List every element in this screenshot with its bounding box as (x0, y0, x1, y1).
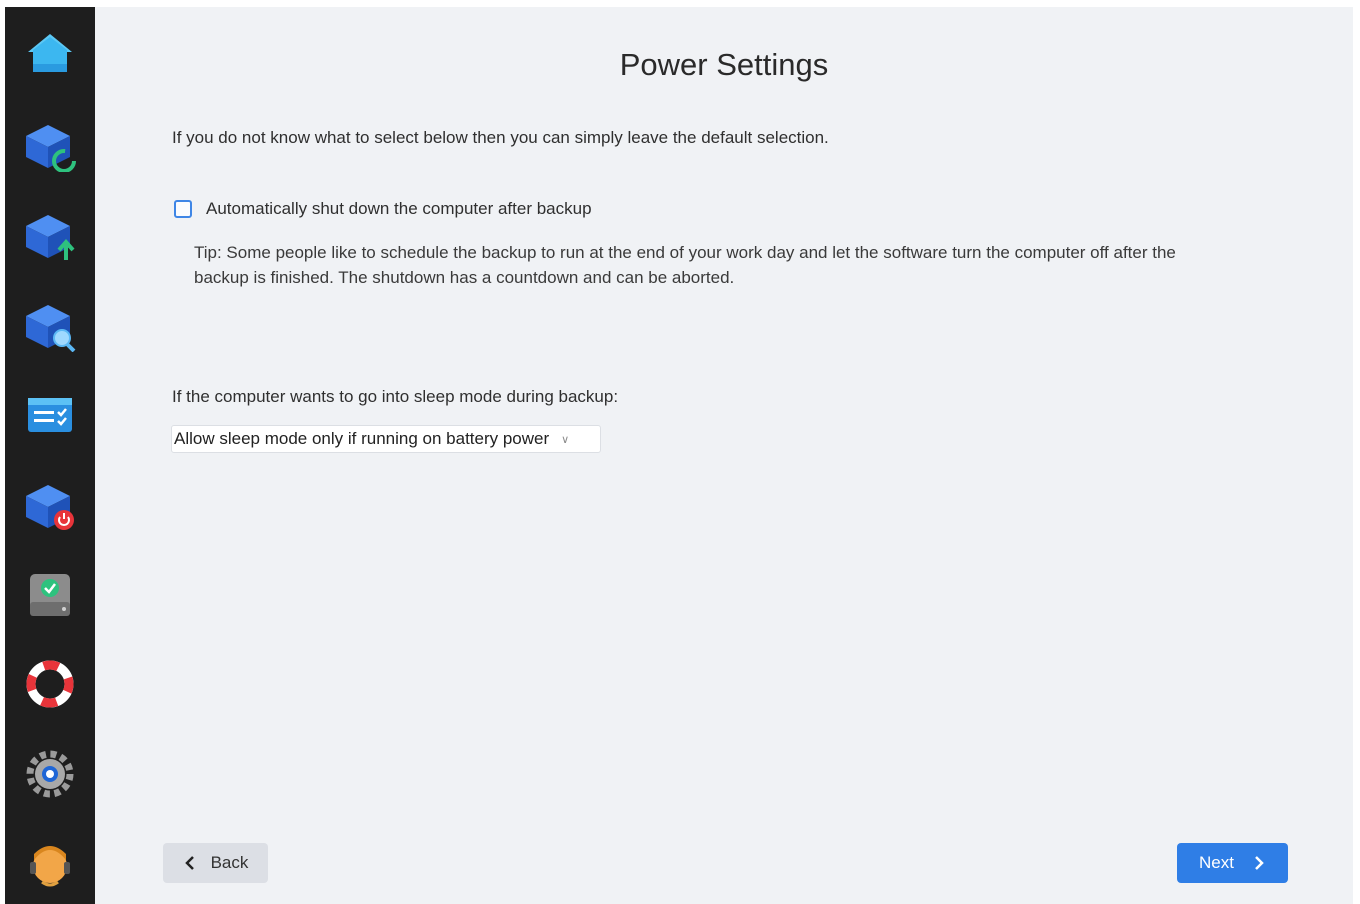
next-button[interactable]: Next (1177, 843, 1288, 883)
cube-upload-icon (26, 215, 75, 260)
sidebar-item-help[interactable] (5, 649, 95, 719)
cube-power-icon (26, 485, 74, 530)
disk-check-icon (30, 574, 70, 616)
shutdown-tip: Tip: Some people like to schedule the ba… (194, 240, 1254, 290)
shutdown-checkbox-label[interactable]: Automatically shut down the computer aft… (206, 199, 592, 219)
back-button[interactable]: Back (163, 843, 268, 883)
chevron-down-icon: ∨ (561, 433, 570, 446)
lifebuoy-icon (26, 660, 74, 708)
shutdown-tip-line2: backup is finished. The shutdown has a c… (194, 268, 735, 287)
sidebar-item-support-agent[interactable] (5, 829, 95, 899)
chevron-right-icon (1255, 856, 1264, 870)
sidebar (5, 7, 95, 904)
next-button-label: Next (1199, 853, 1234, 872)
shutdown-tip-line1: Tip: Some people like to schedule the ba… (194, 243, 1176, 262)
sidebar-item-task-list[interactable] (5, 379, 95, 449)
shutdown-checkbox[interactable] (174, 200, 192, 218)
sidebar-item-backup-search[interactable] (5, 289, 95, 359)
sleep-mode-select[interactable]: Allow sleep mode only if running on batt… (171, 425, 601, 453)
shutdown-checkbox-row[interactable]: Automatically shut down the computer aft… (174, 199, 592, 219)
sidebar-item-backup-upload[interactable] (5, 199, 95, 269)
page-title: Power Settings (619, 47, 829, 82)
sidebar-item-backup-power[interactable] (5, 469, 95, 539)
main-panel: Power Settings If you do not know what t… (95, 7, 1353, 904)
sidebar-item-settings[interactable] (5, 739, 95, 809)
sidebar-item-disk-check[interactable] (5, 559, 95, 629)
intro-text: If you do not know what to select below … (172, 128, 829, 147)
chevron-left-icon (184, 856, 194, 870)
sleep-mode-label: If the computer wants to go into sleep m… (172, 387, 619, 406)
support-agent-icon (30, 846, 70, 887)
task-list-icon (28, 398, 72, 432)
sleep-mode-select-value: Allow sleep mode only if running on batt… (174, 429, 550, 448)
cube-search-icon (26, 305, 76, 352)
gear-icon (26, 750, 74, 798)
home-icon (28, 34, 72, 72)
cube-refresh-icon (26, 125, 76, 172)
sidebar-item-backup-refresh[interactable] (5, 109, 95, 179)
back-button-label: Back (210, 853, 249, 872)
sidebar-item-home[interactable] (5, 19, 95, 89)
